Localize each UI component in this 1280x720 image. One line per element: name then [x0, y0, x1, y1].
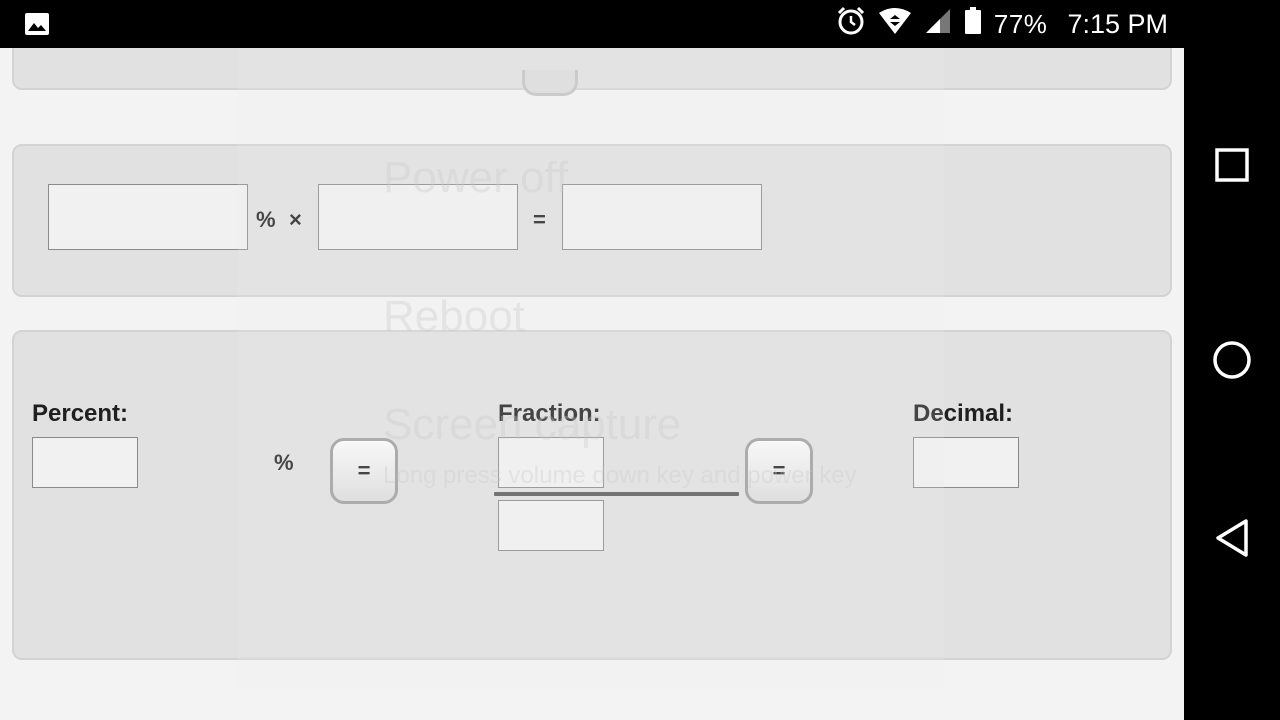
percent-fraction-decimal-panel: Percent: % = Fraction: = Decimal:: [12, 330, 1172, 660]
equals-symbol: =: [533, 207, 546, 232]
decimal-label: Decimal:: [913, 400, 1014, 427]
numerator-input[interactable]: [498, 437, 604, 488]
percent-to-fraction-button[interactable]: =: [330, 438, 398, 504]
percent-symbol: %: [256, 207, 276, 232]
recents-square-icon[interactable]: [1212, 145, 1252, 185]
status-bar: 77% 7:15 PM: [0, 0, 1184, 48]
battery-icon: [964, 6, 982, 42]
previous-calculator-panel: [12, 48, 1172, 96]
navigation-bar: [1184, 0, 1280, 720]
decimal-input[interactable]: [913, 437, 1019, 488]
fraction-bar: [494, 492, 739, 496]
convert-percent-input[interactable]: [32, 437, 138, 488]
alarm-icon: [836, 6, 866, 43]
cell-signal-icon: [924, 7, 952, 42]
fraction-label: Fraction:: [498, 400, 601, 427]
clock: 7:15 PM: [1067, 8, 1168, 39]
battery-percent: 77%: [993, 8, 1048, 39]
percent-label: Percent:: [32, 400, 129, 427]
times-symbol: ×: [289, 207, 302, 232]
calculator-content: % × = Percent: % = Fraction: = Decimal:: [0, 48, 1184, 720]
partial-button[interactable]: [522, 70, 578, 96]
wifi-icon: [878, 7, 912, 42]
percent-input[interactable]: [48, 184, 248, 250]
home-circle-icon[interactable]: [1212, 340, 1252, 380]
fraction-to-decimal-button[interactable]: =: [745, 438, 813, 504]
back-triangle-icon[interactable]: [1212, 518, 1252, 558]
denominator-input[interactable]: [498, 500, 604, 551]
number-input[interactable]: [318, 184, 518, 250]
percent-of-number-panel: % × =: [12, 144, 1172, 297]
convert-percent-symbol: %: [274, 450, 294, 475]
result-input[interactable]: [562, 184, 762, 250]
image-notification-icon: [24, 12, 50, 41]
